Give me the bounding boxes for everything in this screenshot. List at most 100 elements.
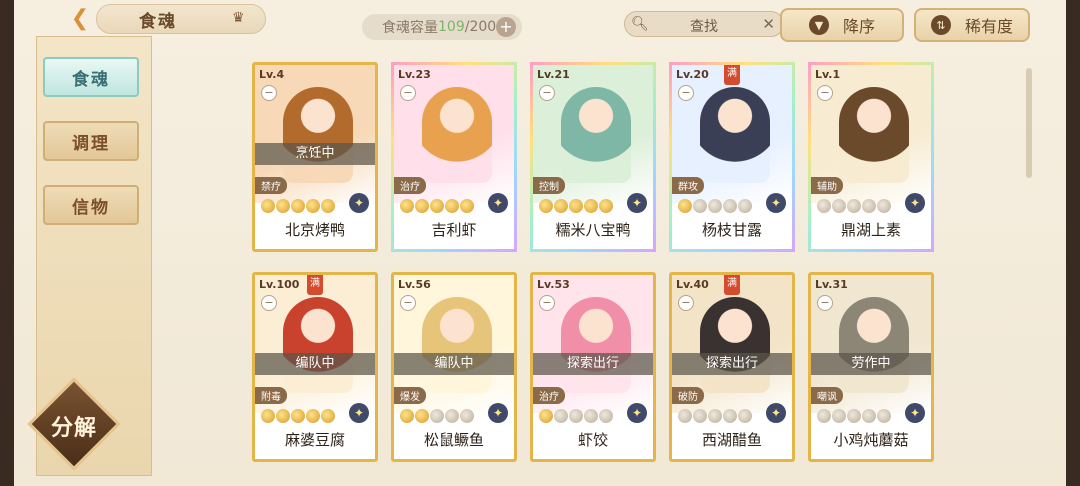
food-soul-card[interactable]: Lv.31 − 劳作中 嘲讽 ✦ 小鸡炖蘑菇 xyxy=(808,272,934,462)
character-avatar xyxy=(283,297,353,393)
pip xyxy=(291,199,305,213)
minus-icon: − xyxy=(539,295,555,311)
pip xyxy=(445,409,459,423)
food-soul-card[interactable]: Lv.53 − 探索出行 治疗 ✦ 虾饺 xyxy=(530,272,656,462)
pip xyxy=(539,409,553,423)
food-soul-card[interactable]: Lv.4 − 烹饪中 禁疗 ✦ 北京烤鸭 xyxy=(252,62,378,252)
upgrade-pips xyxy=(539,199,625,213)
pip xyxy=(862,199,876,213)
pip xyxy=(817,409,831,423)
upgrade-pips xyxy=(539,409,625,423)
food-soul-card[interactable]: Lv.40 满 − 探索出行 破防 ✦ 西湖醋鱼 xyxy=(669,272,795,462)
character-avatar xyxy=(422,87,492,183)
pip xyxy=(817,199,831,213)
food-soul-card[interactable]: Lv.20 满 − 群攻 ✦ 杨枝甘露 xyxy=(669,62,795,252)
character-avatar xyxy=(839,297,909,393)
pip xyxy=(693,199,707,213)
card-role: 治疗 xyxy=(394,177,426,194)
minus-icon: − xyxy=(261,295,277,311)
character-avatar xyxy=(700,297,770,393)
pip xyxy=(584,409,598,423)
pip xyxy=(261,199,275,213)
tab-recipe[interactable]: 调理 xyxy=(43,121,139,161)
card-name: 糯米八宝鸭 xyxy=(533,215,653,249)
close-icon[interactable]: ✕ xyxy=(762,15,775,33)
minus-icon: − xyxy=(400,295,416,311)
capacity-indicator: 食魂容量 109 /200 + xyxy=(362,14,522,40)
capacity-total: /200 xyxy=(464,19,497,35)
card-level: Lv.56 xyxy=(398,278,431,291)
pip xyxy=(693,409,707,423)
sort-rarity-label: 稀有度 xyxy=(964,17,1013,36)
card-name: 虾饺 xyxy=(533,425,653,459)
card-level: Lv.31 xyxy=(815,278,848,291)
minus-icon: − xyxy=(400,85,416,101)
search-input[interactable]: 🔍︎ 查找 ✕ xyxy=(624,11,784,37)
star-icon: ✦ xyxy=(349,193,369,213)
pip xyxy=(539,199,553,213)
pip xyxy=(554,199,568,213)
card-role: 破防 xyxy=(672,387,704,404)
food-soul-card[interactable]: Lv.100 满 − 编队中 附毒 ✦ 麻婆豆腐 xyxy=(252,272,378,462)
star-icon: ✦ xyxy=(905,193,925,213)
minus-icon: − xyxy=(817,295,833,311)
minus-icon: − xyxy=(261,85,277,101)
card-level: Lv.40 xyxy=(676,278,709,291)
card-role: 群攻 xyxy=(672,177,704,194)
sort-desc-label: 降序 xyxy=(842,17,875,36)
card-status: 探索出行 xyxy=(533,353,653,375)
tab-token[interactable]: 信物 xyxy=(43,185,139,225)
card-role: 控制 xyxy=(533,177,565,194)
star-icon: ✦ xyxy=(488,193,508,213)
food-soul-card[interactable]: Lv.21 − 控制 ✦ 糯米八宝鸭 xyxy=(530,62,656,252)
back-arrow-icon[interactable]: ❮ xyxy=(60,4,100,32)
upgrade-pips xyxy=(261,409,347,423)
card-level: Lv.20 xyxy=(676,68,709,81)
tab-food-soul[interactable]: 食魂 xyxy=(43,57,139,97)
pip xyxy=(460,409,474,423)
decompose-button[interactable]: 分解 xyxy=(24,376,124,472)
star-icon: ✦ xyxy=(627,403,647,423)
search-label: 查找 xyxy=(690,19,718,35)
scrollbar[interactable] xyxy=(1026,68,1032,178)
pip xyxy=(738,199,752,213)
pip xyxy=(723,409,737,423)
upgrade-pips xyxy=(817,409,903,423)
food-soul-card[interactable]: Lv.56 − 编队中 爆发 ✦ 松鼠鳜鱼 xyxy=(391,272,517,462)
upgrade-pips xyxy=(817,199,903,213)
pip xyxy=(877,199,891,213)
pip xyxy=(291,409,305,423)
character-avatar xyxy=(561,297,631,393)
sort-desc-button[interactable]: ▼ 降序 xyxy=(780,8,904,42)
crown-icon[interactable]: ♛ xyxy=(232,10,250,26)
upgrade-pips xyxy=(400,409,486,423)
rarity-icon: ⇅ xyxy=(930,15,951,35)
add-capacity-button[interactable]: + xyxy=(496,17,516,37)
pip xyxy=(847,409,861,423)
pip xyxy=(678,199,692,213)
minus-icon: − xyxy=(678,295,694,311)
minus-icon: − xyxy=(678,85,694,101)
pip xyxy=(276,409,290,423)
top-bar: ❮ 食魂 ♛ 食魂容量 109 /200 + 🔍︎ 查找 ✕ ▼ 降序 ⇅ 稀有… xyxy=(14,0,1066,42)
minus-icon: − xyxy=(539,85,555,101)
star-icon: ✦ xyxy=(349,403,369,423)
decompose-label: 分解 xyxy=(50,416,97,441)
pip xyxy=(738,409,752,423)
card-level: Lv.4 xyxy=(259,68,285,81)
minus-icon: − xyxy=(817,85,833,101)
pip xyxy=(321,409,335,423)
pip xyxy=(460,199,474,213)
food-soul-card[interactable]: Lv.23 − 治疗 ✦ 吉利虾 xyxy=(391,62,517,252)
upgrade-pips xyxy=(261,199,347,213)
upgrade-pips xyxy=(678,199,764,213)
full-badge: 满 xyxy=(724,275,740,295)
card-level: Lv.21 xyxy=(537,68,570,81)
sort-rarity-button[interactable]: ⇅ 稀有度 xyxy=(914,8,1030,42)
character-avatar xyxy=(839,87,909,183)
card-status: 烹饪中 xyxy=(255,143,375,165)
card-name: 北京烤鸭 xyxy=(255,215,375,249)
card-level: Lv.53 xyxy=(537,278,570,291)
pip xyxy=(708,409,722,423)
food-soul-card[interactable]: Lv.1 − 辅助 ✦ 鼎湖上素 xyxy=(808,62,934,252)
